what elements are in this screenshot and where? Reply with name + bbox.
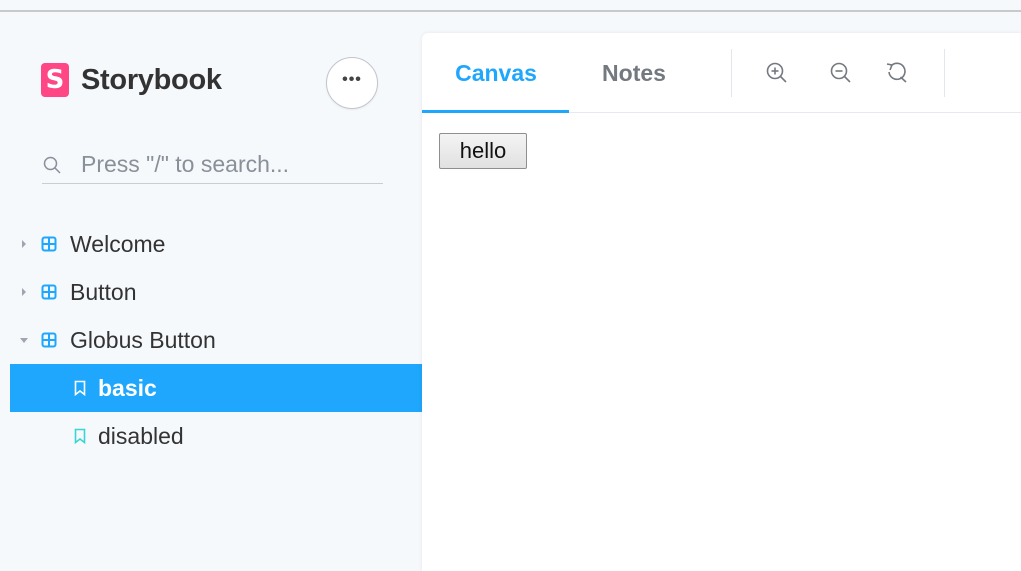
tree-item-label: Welcome <box>70 230 166 257</box>
tree-item-label: Button <box>70 278 137 305</box>
reset-zoom-button[interactable] <box>883 59 911 87</box>
caret-down-icon[interactable] <box>19 334 29 346</box>
component-icon <box>41 332 57 348</box>
storybook-window: S Storybook ••• Press "/" to search... W… <box>0 0 1021 571</box>
caret-right-icon[interactable] <box>19 286 29 298</box>
toolbar-divider <box>944 49 945 97</box>
caret-right-icon[interactable] <box>19 238 29 250</box>
zoom-in-icon <box>766 62 787 83</box>
component-icon <box>41 284 57 300</box>
active-tab-indicator <box>422 110 569 113</box>
tab-notes[interactable]: Notes <box>582 33 686 113</box>
main-panel: Canvas Notes hello <box>422 33 1021 571</box>
bookmark-icon <box>74 428 86 444</box>
tree-item-button[interactable]: Button <box>10 268 422 316</box>
tree-item-welcome[interactable]: Welcome <box>10 220 422 268</box>
tree-item-label: Globus Button <box>70 326 216 353</box>
toolbar: Canvas Notes <box>422 33 1021 113</box>
storybook-logo-icon: S <box>41 63 69 97</box>
sidebar: S Storybook ••• Press "/" to search... W… <box>10 12 422 571</box>
brand[interactable]: S Storybook <box>41 61 222 99</box>
ellipsis-icon: ••• <box>342 71 362 88</box>
tree-item-label: disabled <box>98 422 184 449</box>
brand-name: Storybook <box>81 63 222 96</box>
tree-item-story-disabled[interactable]: disabled <box>10 412 422 460</box>
story-tree: Welcome Button Globus Button basic disab… <box>10 220 422 460</box>
reset-zoom-icon <box>886 62 907 83</box>
tree-item-label: basic <box>98 374 157 401</box>
toolbar-divider <box>731 49 732 97</box>
preview-hello-button[interactable]: hello <box>439 133 527 169</box>
bookmark-icon <box>74 380 86 396</box>
tab-canvas[interactable]: Canvas <box>422 33 570 113</box>
search-bar[interactable] <box>42 146 383 184</box>
zoom-in-button[interactable] <box>763 59 791 87</box>
search-icon <box>43 156 61 174</box>
tree-item-story-basic[interactable]: basic <box>10 364 422 412</box>
zoom-out-button[interactable] <box>827 59 855 87</box>
zoom-out-icon <box>830 62 851 83</box>
component-icon <box>41 236 57 252</box>
sidebar-menu-button[interactable]: ••• <box>326 57 378 109</box>
tree-item-globus-button[interactable]: Globus Button <box>10 316 422 364</box>
search-input[interactable] <box>81 151 381 178</box>
